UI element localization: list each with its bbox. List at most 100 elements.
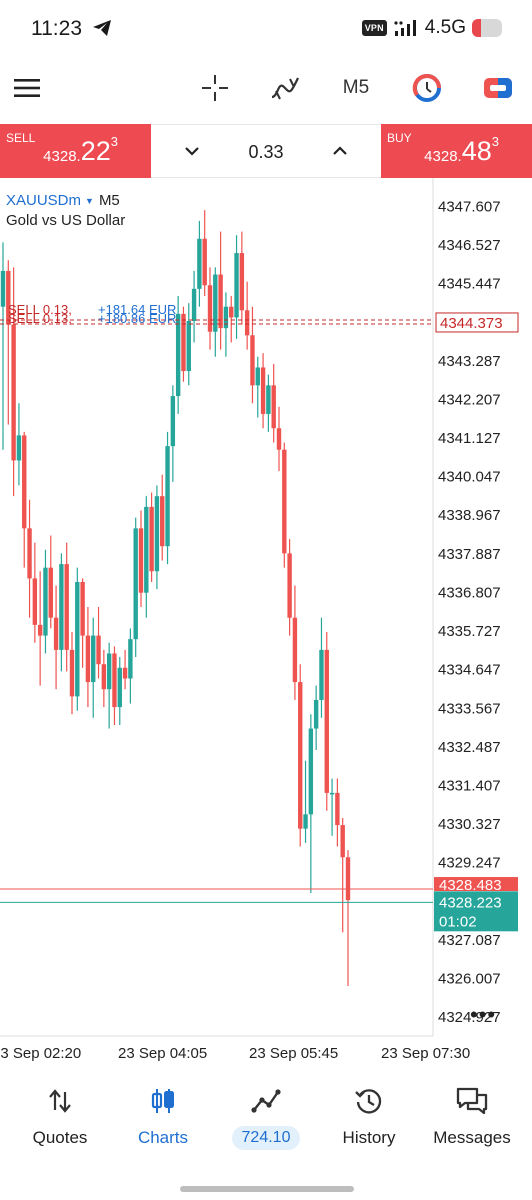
candle-body xyxy=(43,567,48,636)
price-tick-label: 4341.127 xyxy=(438,430,501,447)
candle xyxy=(144,496,149,618)
candle-body xyxy=(122,667,128,679)
candle-body xyxy=(340,825,345,858)
candle xyxy=(138,510,144,607)
quotes-arrows-icon xyxy=(49,1089,71,1113)
candle xyxy=(16,403,22,486)
buy-label: BUY xyxy=(387,131,412,145)
candle xyxy=(48,535,53,629)
crosshair-icon xyxy=(202,75,228,101)
candle-body xyxy=(239,253,245,311)
candle xyxy=(64,542,69,672)
sell-button[interactable]: SELL 4328. 22 3 xyxy=(0,124,151,178)
candle xyxy=(191,270,197,343)
symbol-selector[interactable]: XAUUSDm ▼ M5 xyxy=(6,192,120,209)
price-tick-label: 4333.567 xyxy=(438,700,501,717)
signal-strength-icon xyxy=(394,20,416,36)
position-label: SELL 0.13, xyxy=(8,311,72,326)
crosshair-button[interactable] xyxy=(198,62,232,114)
candle xyxy=(128,628,133,704)
candle xyxy=(96,607,101,679)
price-tick-label: 4338.967 xyxy=(438,507,501,524)
candle xyxy=(80,578,85,668)
candle xyxy=(59,553,64,672)
price-tick-label: 4335.727 xyxy=(438,623,501,640)
telegram-send-icon xyxy=(93,20,111,36)
nav-history[interactable]: History xyxy=(317,1086,421,1148)
candle-body xyxy=(298,682,303,829)
candle-body xyxy=(154,496,160,572)
candle xyxy=(85,607,91,708)
candle-body xyxy=(53,617,59,650)
nav-trade[interactable]: 724.10 xyxy=(214,1086,318,1150)
trade-button[interactable] xyxy=(481,62,515,114)
price-tick-label: 4331.407 xyxy=(438,777,501,794)
candle xyxy=(91,617,96,718)
candle-body xyxy=(64,564,69,650)
candle-body xyxy=(255,367,260,386)
symbol-name: XAUUSDm xyxy=(6,192,82,209)
candle-body xyxy=(37,624,43,636)
more-options-icon[interactable]: ••• xyxy=(470,1002,496,1028)
indicators-button[interactable] xyxy=(267,62,303,114)
candle xyxy=(197,220,202,307)
buy-price-sup: 3 xyxy=(491,134,499,149)
candle-body xyxy=(75,581,80,697)
candle-body xyxy=(48,567,53,618)
candle-body xyxy=(22,435,27,529)
candle xyxy=(53,585,59,690)
candle-countdown: 01:02 xyxy=(439,913,477,930)
candle-body xyxy=(186,321,191,372)
candle xyxy=(0,242,6,450)
candle-body xyxy=(345,857,351,901)
candle xyxy=(276,406,282,472)
time-tick-label: 23 Sep 04:05 xyxy=(118,1045,207,1062)
volume-increase-icon[interactable] xyxy=(331,140,349,162)
hamburger-menu-icon xyxy=(14,79,40,97)
candle xyxy=(324,632,329,811)
candle-body xyxy=(165,446,170,547)
candle-body xyxy=(170,396,176,447)
candle-body xyxy=(271,385,276,429)
candle xyxy=(229,295,234,343)
buy-button[interactable]: BUY 4328. 48 3 xyxy=(381,124,532,178)
nav-quotes[interactable]: Quotes xyxy=(8,1086,112,1148)
candle-body xyxy=(213,274,218,332)
timeframe-button[interactable]: M5 xyxy=(338,62,374,114)
candle xyxy=(106,642,112,729)
candle xyxy=(186,303,191,386)
candle-body xyxy=(319,649,324,700)
nav-charts[interactable]: Charts xyxy=(111,1086,215,1148)
candlestick-chart[interactable]: SELL 0.13, +181.64 EURSELL 0.13, +180.86 E… xyxy=(0,178,532,1068)
candle-body xyxy=(128,639,133,679)
indicators-icon xyxy=(271,77,299,100)
price-chart[interactable]: SELL 0.13, +181.64 EUR SELL 0.13, +180.86 E… xyxy=(0,178,532,1068)
candle xyxy=(282,442,287,568)
price-axis: 4347.6074346.5274345.4474344.3674343.287… xyxy=(434,198,519,1026)
price-tick-label: 4337.887 xyxy=(438,546,501,563)
candle xyxy=(202,210,207,296)
candle-body xyxy=(276,428,282,450)
candle-body xyxy=(80,581,85,636)
candle-body xyxy=(329,792,335,795)
nav-messages-label: Messages xyxy=(433,1128,511,1147)
candle-body xyxy=(96,635,101,665)
candle xyxy=(69,632,75,715)
candle-body xyxy=(0,270,6,307)
candle-body xyxy=(175,313,181,397)
candle xyxy=(6,260,11,425)
candle-body xyxy=(144,506,149,593)
nav-messages[interactable]: Messages xyxy=(420,1086,524,1148)
candle-body xyxy=(292,617,298,683)
price-tick-label: 4345.447 xyxy=(438,276,501,293)
candle-body xyxy=(223,306,229,329)
bottom-navigation: Quotes Charts 724.10 History Messages xyxy=(0,1068,532,1200)
status-time: 11:23 xyxy=(31,17,82,40)
candle xyxy=(43,549,48,654)
color-theme-button[interactable] xyxy=(410,62,444,114)
price-tick-label: 4340.047 xyxy=(438,469,501,486)
candle-body xyxy=(324,649,329,793)
menu-button[interactable] xyxy=(10,62,44,114)
candle xyxy=(122,649,128,690)
candle-body xyxy=(106,653,112,690)
